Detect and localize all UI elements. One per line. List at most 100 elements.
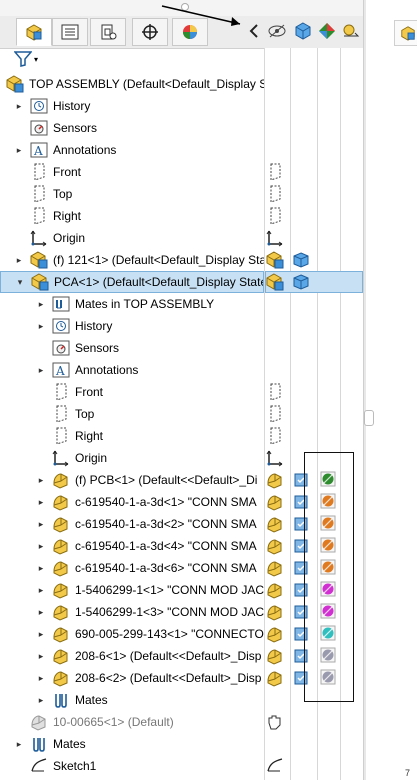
collapse-chevron-icon[interactable]: [243, 20, 265, 42]
display-cell[interactable]: [293, 251, 312, 269]
expand-arrow-icon[interactable]: ▸: [14, 95, 24, 117]
display-cell[interactable]: [267, 559, 286, 577]
tree-item-label: Annotations: [53, 143, 117, 157]
splitter-grip[interactable]: [364, 410, 374, 426]
filter-button[interactable]: ▾: [14, 51, 38, 67]
part-icon: [266, 581, 284, 599]
expand-arrow-icon[interactable]: ▸: [36, 535, 46, 557]
tree-row[interactable]: 10-00665<1> (Default): [0, 711, 264, 733]
tree-row[interactable]: ▸ 208-6<1> (Default<<Default>_Disp: [0, 645, 264, 667]
display-cell[interactable]: [266, 251, 286, 269]
history-icon: [52, 317, 70, 335]
display-style-icon[interactable]: [292, 20, 314, 42]
tab-property-manager[interactable]: [52, 18, 88, 46]
expand-arrow-icon[interactable]: ▸: [36, 359, 46, 381]
expand-arrow-icon[interactable]: ▸: [36, 469, 46, 491]
tree-row[interactable]: ▸ c-619540-1-a-3d<2> "CONN SMA: [0, 513, 264, 535]
tree-row[interactable]: Top: [0, 403, 264, 425]
graphics-area[interactable]: 7: [364, 0, 417, 780]
display-cell[interactable]: [268, 427, 286, 445]
tree-row[interactable]: Right: [0, 425, 264, 447]
display-cell[interactable]: [293, 273, 312, 291]
tree-row[interactable]: ▸ Mates in TOP ASSEMBLY: [0, 293, 264, 315]
display-cell[interactable]: [267, 471, 286, 489]
display-cell[interactable]: [268, 163, 286, 181]
display-cell[interactable]: [267, 669, 286, 687]
tree-row[interactable]: ▸ A Annotations: [0, 359, 264, 381]
tree-item-label: Origin: [53, 231, 86, 245]
display-cell[interactable]: [267, 493, 286, 511]
display-cell[interactable]: [268, 405, 286, 423]
tree-row[interactable]: Front: [0, 161, 264, 183]
tree-row[interactable]: Origin: [0, 227, 264, 249]
expand-arrow-icon[interactable]: ▸: [36, 667, 46, 689]
tree-row[interactable]: ▸ (f) 121<1> (Default<Default_Display Sta…: [0, 249, 264, 271]
display-cell[interactable]: [268, 383, 286, 401]
tree-row[interactable]: ▸ 690-005-299-143<1> "CONNECTO: [0, 623, 264, 645]
tree-row[interactable]: ▸ 1-5406299-1<3> "CONN MOD JAC: [0, 601, 264, 623]
expand-arrow-icon[interactable]: ▸: [14, 249, 24, 271]
tree-item-label: (f) 121<1> (Default<Default_Display Stat…: [53, 253, 264, 267]
tree-row[interactable]: Right: [0, 205, 264, 227]
appearance-icon[interactable]: [316, 20, 338, 42]
expand-arrow-icon[interactable]: ▸: [14, 139, 24, 161]
display-cell[interactable]: [266, 603, 286, 621]
tree-row[interactable]: Front: [0, 381, 264, 403]
expand-arrow-icon[interactable]: ▸: [36, 623, 46, 645]
tree-row[interactable]: ▸ c-619540-1-a-3d<4> "CONN SMA: [0, 535, 264, 557]
transparency-icon[interactable]: [340, 20, 362, 42]
tree-row[interactable]: ▸ c-619540-1-a-3d<1> "CONN SMA: [0, 491, 264, 513]
tree-row[interactable]: ▸ c-619540-1-a-3d<6> "CONN SMA: [0, 557, 264, 579]
expand-arrow-icon[interactable]: ▸: [36, 513, 46, 535]
tree-row[interactable]: ▸ 1-5406299-1<1> "CONN MOD JAC: [0, 579, 264, 601]
collapse-arrow-icon[interactable]: ▾: [15, 272, 25, 292]
tree-item-label: Sketch1: [53, 759, 97, 773]
tree-row[interactable]: ▾ PCA<1> (Default<Default_Display State: [0, 271, 264, 293]
display-cell[interactable]: [268, 207, 286, 225]
tree-row[interactable]: Origin: [0, 447, 264, 469]
expand-arrow-icon[interactable]: ▸: [36, 315, 46, 337]
part-icon: [266, 603, 284, 621]
display-cell[interactable]: [266, 229, 286, 247]
tree-row[interactable]: ▸ History: [0, 95, 264, 117]
display-cell[interactable]: [268, 185, 286, 203]
tree-row[interactable]: TOP ASSEMBLY (Default<Default_Display St: [0, 73, 264, 95]
display-cell[interactable]: [266, 449, 286, 467]
display-cell[interactable]: [266, 625, 286, 643]
tab-configuration-manager[interactable]: [90, 18, 126, 46]
display-cell[interactable]: [266, 757, 286, 775]
display-cell[interactable]: [266, 581, 286, 599]
tree-row[interactable]: ▸ 208-6<2> (Default<<Default>_Disp: [0, 667, 264, 689]
feature-manager-icon: [26, 24, 42, 41]
tree-row[interactable]: Top: [0, 183, 264, 205]
tree-item-label: c-619540-1-a-3d<4> "CONN SMA: [75, 539, 257, 553]
expand-arrow-icon[interactable]: ▸: [36, 293, 46, 315]
tree-row[interactable]: ▸ Mates: [0, 689, 264, 711]
tree-row[interactable]: ▸ (f) PCB<1> (Default<<Default>_Di: [0, 469, 264, 491]
expand-arrow-icon[interactable]: ▸: [36, 601, 46, 623]
tree-row[interactable]: ▸ Mates: [0, 733, 264, 755]
expand-arrow-icon[interactable]: ▸: [36, 579, 46, 601]
display-cell[interactable]: [267, 537, 286, 555]
expand-arrow-icon[interactable]: ▸: [36, 491, 46, 513]
expand-arrow-icon[interactable]: ▸: [36, 557, 46, 579]
expand-arrow-icon[interactable]: ▸: [14, 733, 24, 755]
tree-row[interactable]: Sketch1: [0, 755, 264, 777]
tree-item-label: Annotations: [75, 363, 139, 377]
display-cell[interactable]: [268, 713, 286, 731]
tree-row[interactable]: ▸ A Annotations: [0, 139, 264, 161]
tab-feature-manager[interactable]: [16, 18, 52, 46]
part-icon: [266, 625, 284, 643]
tree-row[interactable]: Sensors: [0, 117, 264, 139]
sketch-icon: [30, 757, 48, 775]
expand-arrow-icon[interactable]: ▸: [36, 689, 46, 711]
display-cell[interactable]: [267, 515, 286, 533]
hide-show-icon[interactable]: [266, 20, 288, 42]
plane-icon: [52, 383, 70, 401]
display-cell[interactable]: [266, 273, 286, 291]
expand-arrow-icon[interactable]: ▸: [36, 645, 46, 667]
tree-row[interactable]: ▸ History: [0, 315, 264, 337]
heads-up-assembly-button[interactable]: [394, 20, 417, 46]
tree-row[interactable]: Sensors: [0, 337, 264, 359]
display-cell[interactable]: [267, 647, 286, 665]
